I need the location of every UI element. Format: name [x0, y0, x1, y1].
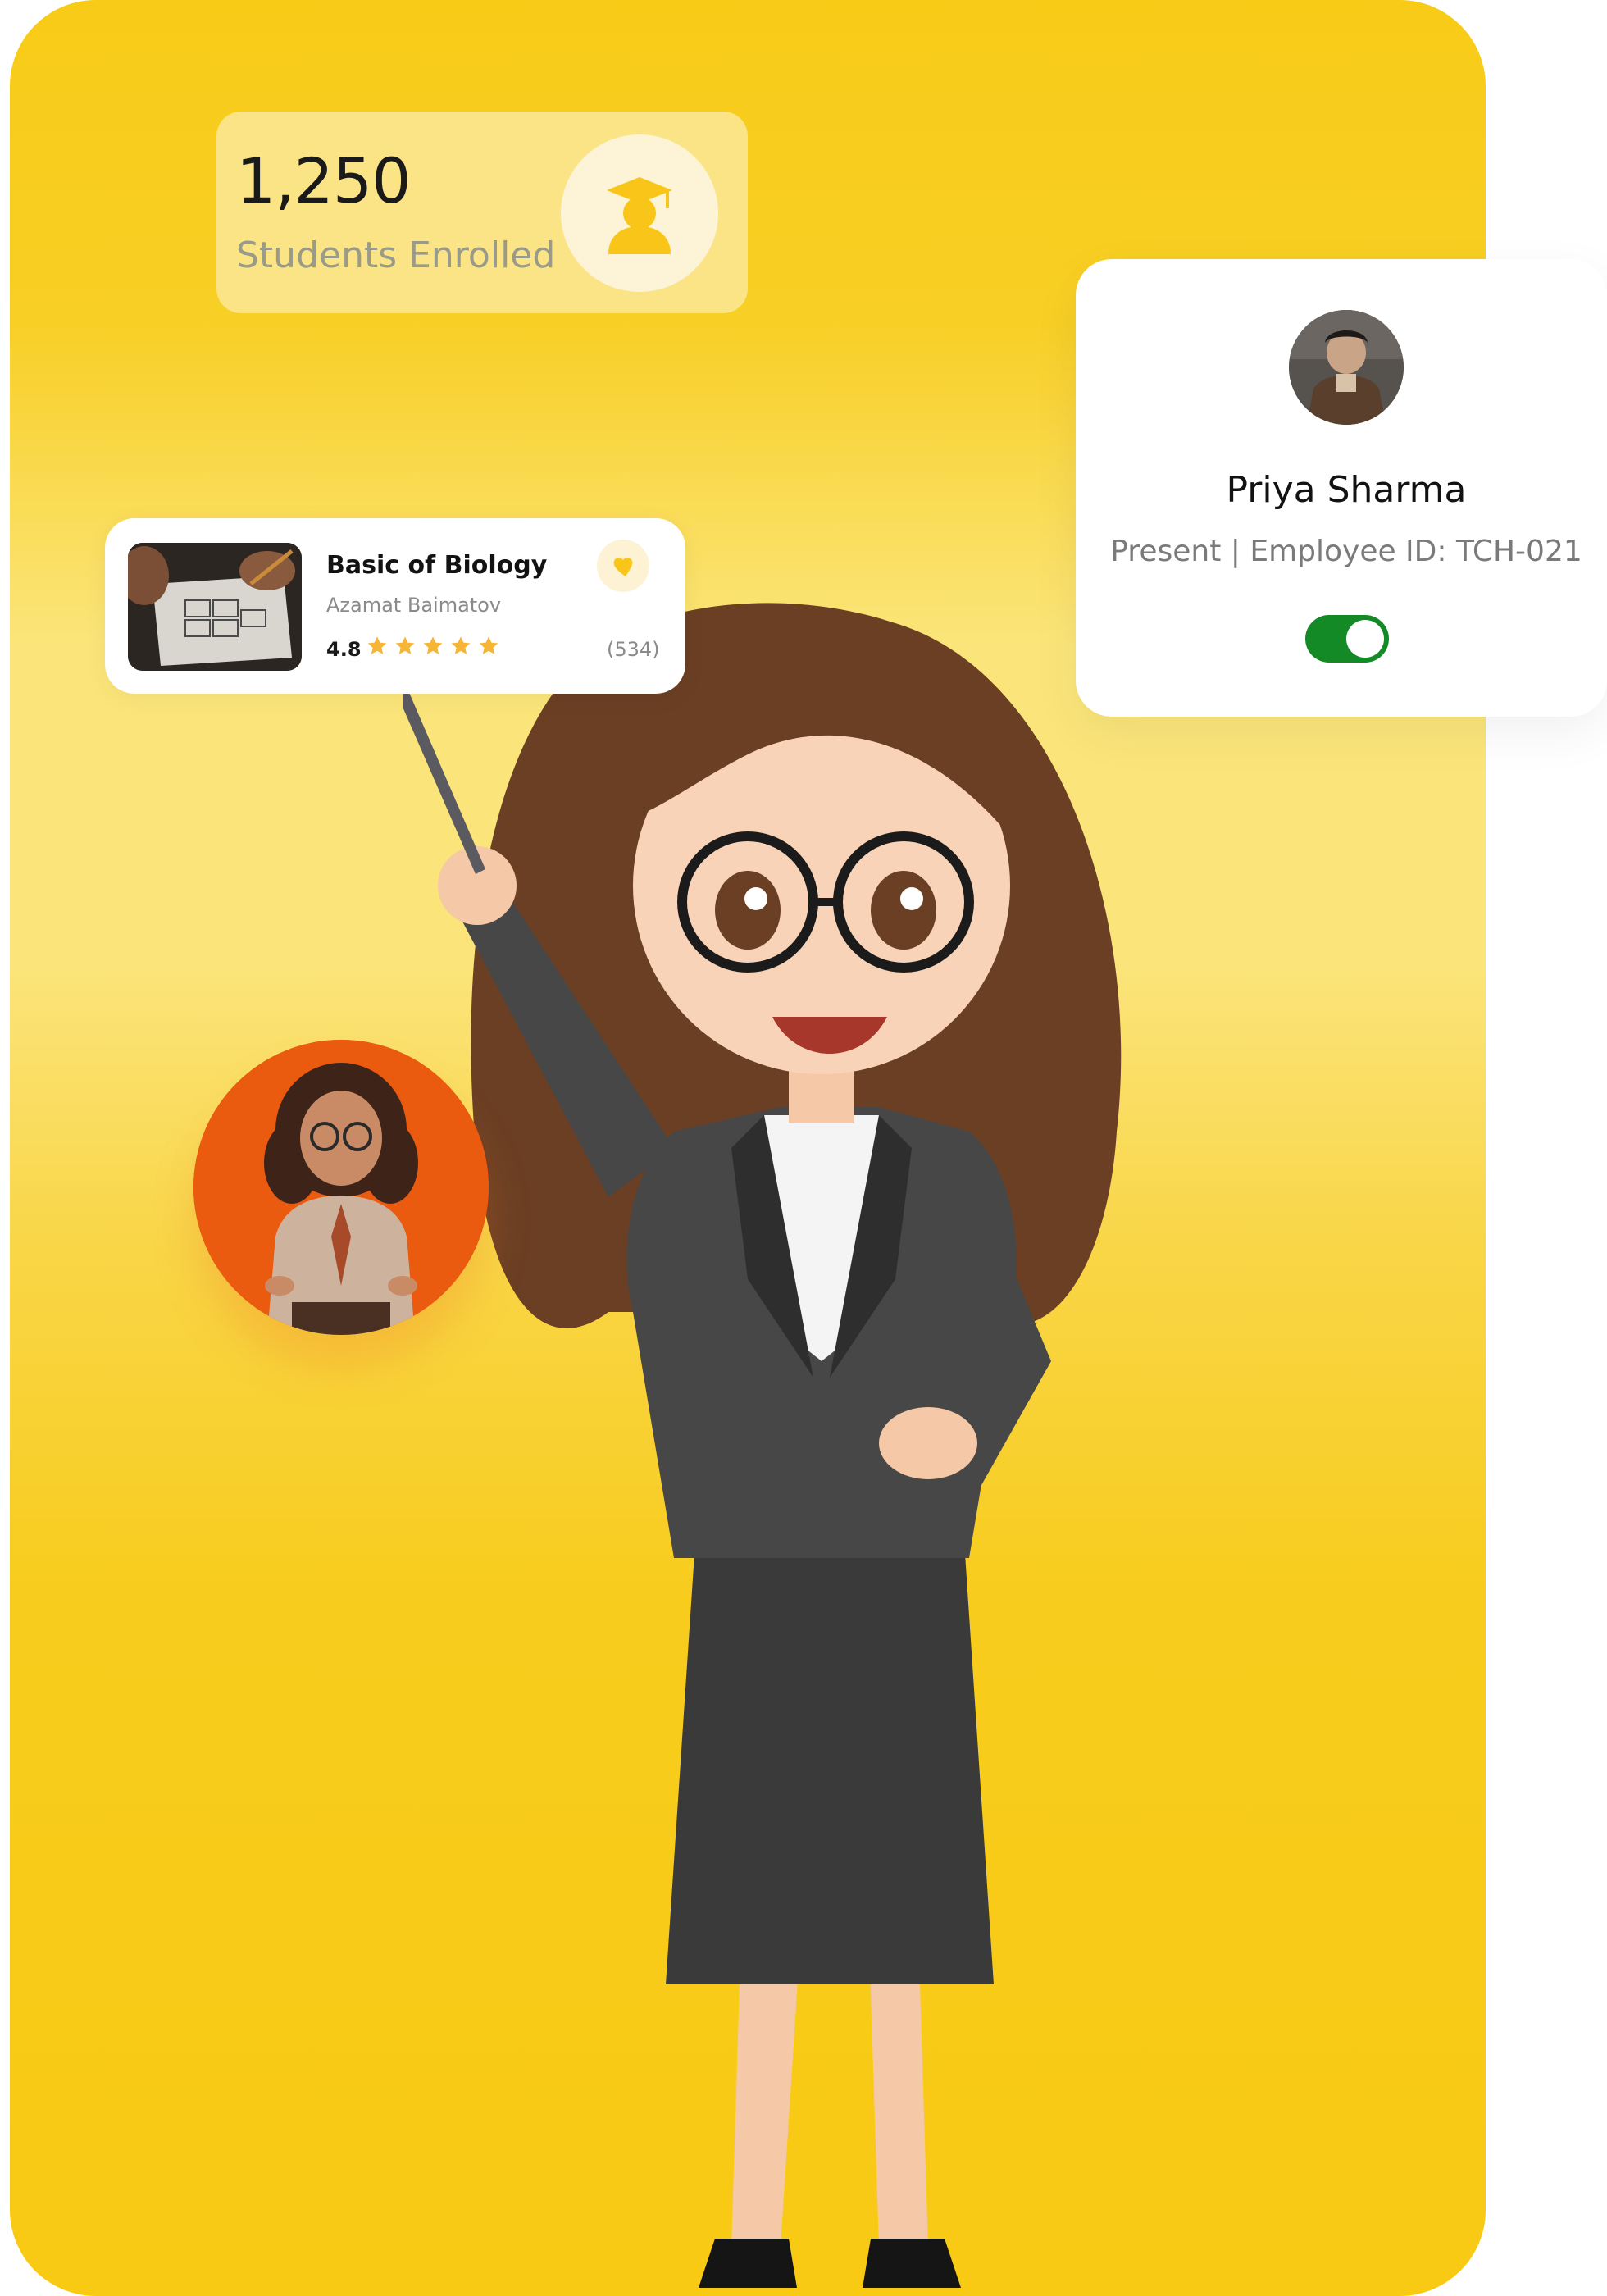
graduate-icon	[607, 177, 672, 254]
star-icon	[395, 636, 415, 654]
course-review-count: (534)	[607, 638, 660, 661]
star-icon	[423, 636, 443, 654]
favorite-button[interactable]	[597, 540, 649, 592]
employee-avatar	[1289, 310, 1404, 425]
heart-icon	[613, 558, 633, 576]
course-stars	[366, 635, 500, 658]
star-icon	[367, 636, 387, 654]
course-thumbnail	[128, 543, 302, 671]
students-count: 1,250	[236, 144, 412, 217]
teacher-avatar	[193, 1040, 489, 1335]
toggle-knob	[1346, 620, 1384, 658]
star-icon	[479, 636, 498, 654]
graduate-icon-badge	[561, 134, 718, 292]
landing-stage: 1,250 Students Enrolled Basic of Biology…	[0, 0, 1607, 2296]
course-card[interactable]: Basic of Biology Azamat Baimatov 4.8 (53…	[105, 518, 685, 694]
students-label: Students Enrolled	[236, 235, 556, 276]
attendance-toggle[interactable]	[1305, 615, 1389, 663]
course-rating-value: 4.8	[326, 638, 362, 661]
employee-name: Priya Sharma	[1226, 469, 1467, 511]
employee-status-id: Present | Employee ID: TCH-021	[1110, 535, 1582, 568]
students-enrolled-card: 1,250 Students Enrolled	[216, 112, 748, 313]
course-author: Azamat Baimatov	[326, 594, 502, 617]
employee-card: Priya Sharma Present | Employee ID: TCH-…	[1076, 259, 1607, 717]
course-title: Basic of Biology	[326, 551, 548, 580]
teacher-illustration	[403, 603, 1122, 2288]
star-icon	[451, 636, 471, 654]
